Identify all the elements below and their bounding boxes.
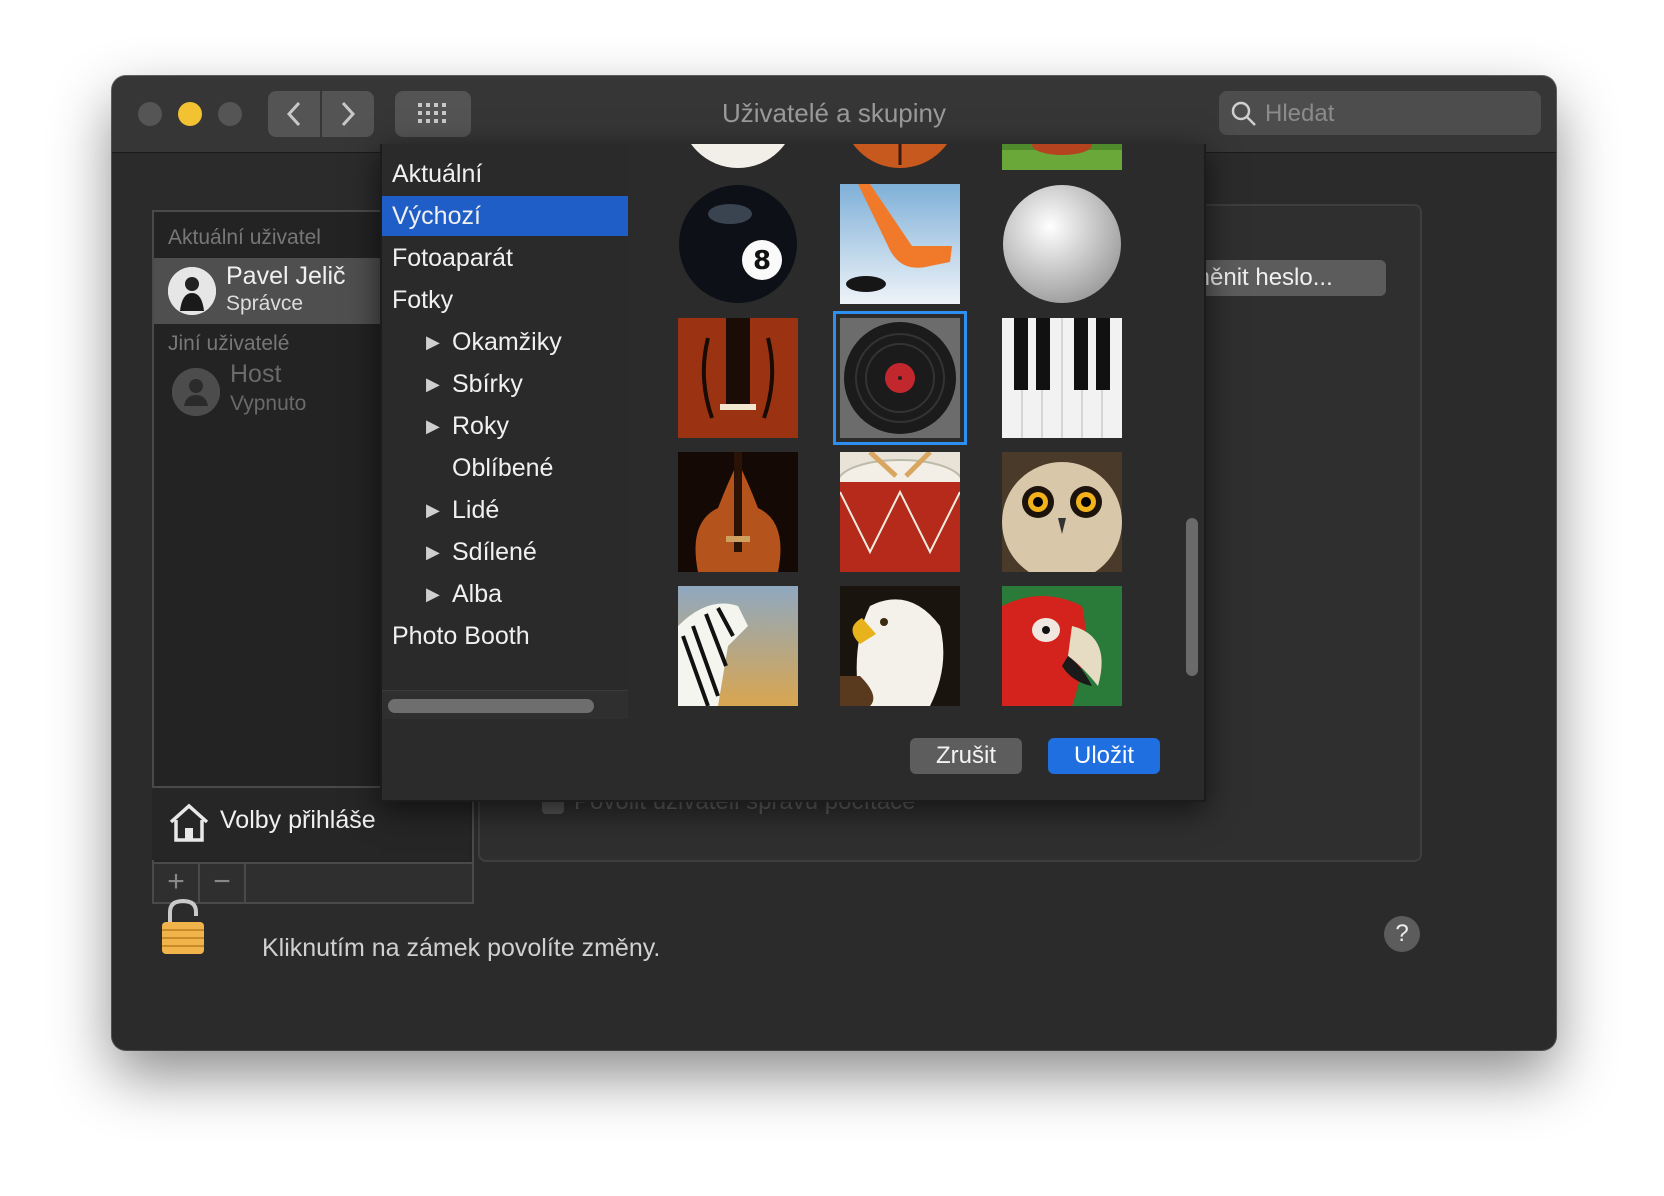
remove-user-button[interactable]: − bbox=[200, 864, 246, 902]
vertical-scrollbar[interactable] bbox=[1182, 144, 1202, 718]
other-users-heading: Jiní uživatelé bbox=[168, 332, 290, 355]
picture-golf-ball[interactable] bbox=[1002, 184, 1122, 304]
disclosure-triangle-icon[interactable]: ▶ bbox=[426, 364, 440, 404]
search-input[interactable] bbox=[1263, 91, 1537, 137]
picture-owl[interactable] bbox=[1002, 452, 1122, 572]
source-item[interactable]: Aktuální bbox=[382, 154, 628, 194]
source-item[interactable]: ▶ Okamžiky bbox=[382, 322, 628, 362]
current-user-role: Správce bbox=[226, 292, 304, 315]
source-item[interactable]: ▶ Roky bbox=[382, 406, 628, 446]
source-item[interactable]: ▶ Alba bbox=[382, 574, 628, 614]
source-item[interactable]: ▶ Sbírky bbox=[382, 364, 628, 404]
picture-grid: 8 bbox=[632, 144, 1172, 718]
picture-violin[interactable] bbox=[678, 318, 798, 438]
lock-icon[interactable] bbox=[160, 898, 206, 956]
save-button[interactable]: Uložit bbox=[1048, 738, 1160, 774]
guest-user-status: Vypnuto bbox=[230, 392, 307, 415]
avatar bbox=[168, 267, 216, 315]
picture-zebra[interactable] bbox=[678, 586, 798, 706]
login-options-label: Volby přihláše bbox=[220, 806, 376, 834]
guest-user-name: Host bbox=[230, 360, 282, 388]
svg-text:8: 8 bbox=[753, 246, 771, 276]
picture-8-ball[interactable]: 8 bbox=[678, 184, 798, 304]
picture-picker-sheet: Aktuální Výchozí Fotoaparát Fotky ▶ Okamž… bbox=[380, 144, 1206, 802]
disclosure-triangle-icon[interactable]: ▶ bbox=[426, 490, 440, 530]
source-item[interactable]: Fotoaparát bbox=[382, 238, 628, 278]
search-icon bbox=[1231, 101, 1256, 126]
picture-basketball[interactable] bbox=[840, 144, 960, 170]
scrollbar-thumb[interactable] bbox=[388, 699, 594, 713]
user-photo-icon bbox=[168, 267, 216, 315]
guest-avatar-icon bbox=[172, 368, 220, 416]
source-item[interactable]: Fotky bbox=[382, 280, 628, 320]
picture-piano[interactable] bbox=[1002, 318, 1122, 438]
search-field[interactable] bbox=[1219, 91, 1541, 137]
picture-parrot[interactable] bbox=[1002, 586, 1122, 706]
scrollbar-thumb[interactable] bbox=[1186, 518, 1198, 676]
horizontal-scrollbar[interactable] bbox=[382, 690, 628, 719]
disclosure-triangle-icon[interactable]: ▶ bbox=[426, 532, 440, 572]
picture-drum[interactable] bbox=[840, 452, 960, 572]
source-item[interactable]: Photo Booth bbox=[382, 616, 628, 656]
title-bar: Uživatelé a skupiny bbox=[112, 76, 1556, 153]
lock-hint-text: Kliknutím na zámek povolíte změny. bbox=[262, 934, 661, 962]
picture-baseball[interactable] bbox=[678, 144, 798, 170]
disclosure-triangle-icon[interactable]: ▶ bbox=[426, 322, 440, 362]
picture-hockey[interactable] bbox=[840, 184, 960, 304]
add-user-button[interactable]: + bbox=[154, 864, 200, 902]
picture-guitar[interactable] bbox=[678, 452, 798, 572]
source-item[interactable]: Oblíbené bbox=[382, 448, 628, 488]
source-item-selected[interactable]: Výchozí bbox=[382, 196, 628, 236]
help-button[interactable]: ? bbox=[1384, 916, 1420, 952]
current-user-name: Pavel Jelič bbox=[226, 262, 346, 290]
picture-eagle[interactable] bbox=[840, 586, 960, 706]
picture-vinyl-record[interactable] bbox=[833, 311, 967, 445]
preferences-window: Uživatelé a skupiny Aktuální uživatel Pa… bbox=[112, 76, 1556, 1050]
source-item[interactable]: ▶ Lidé bbox=[382, 490, 628, 530]
source-item[interactable]: ▶ Sdílené bbox=[382, 532, 628, 572]
picture-grass[interactable] bbox=[1002, 144, 1122, 170]
picture-source-list: Aktuální Výchozí Fotoaparát Fotky ▶ Okamž… bbox=[382, 144, 628, 720]
disclosure-triangle-icon[interactable]: ▶ bbox=[426, 406, 440, 446]
disclosure-triangle-icon[interactable]: ▶ bbox=[426, 574, 440, 614]
house-icon bbox=[169, 803, 209, 842]
cancel-button[interactable]: Zrušit bbox=[910, 738, 1022, 774]
current-user-heading: Aktuální uživatel bbox=[168, 226, 321, 249]
